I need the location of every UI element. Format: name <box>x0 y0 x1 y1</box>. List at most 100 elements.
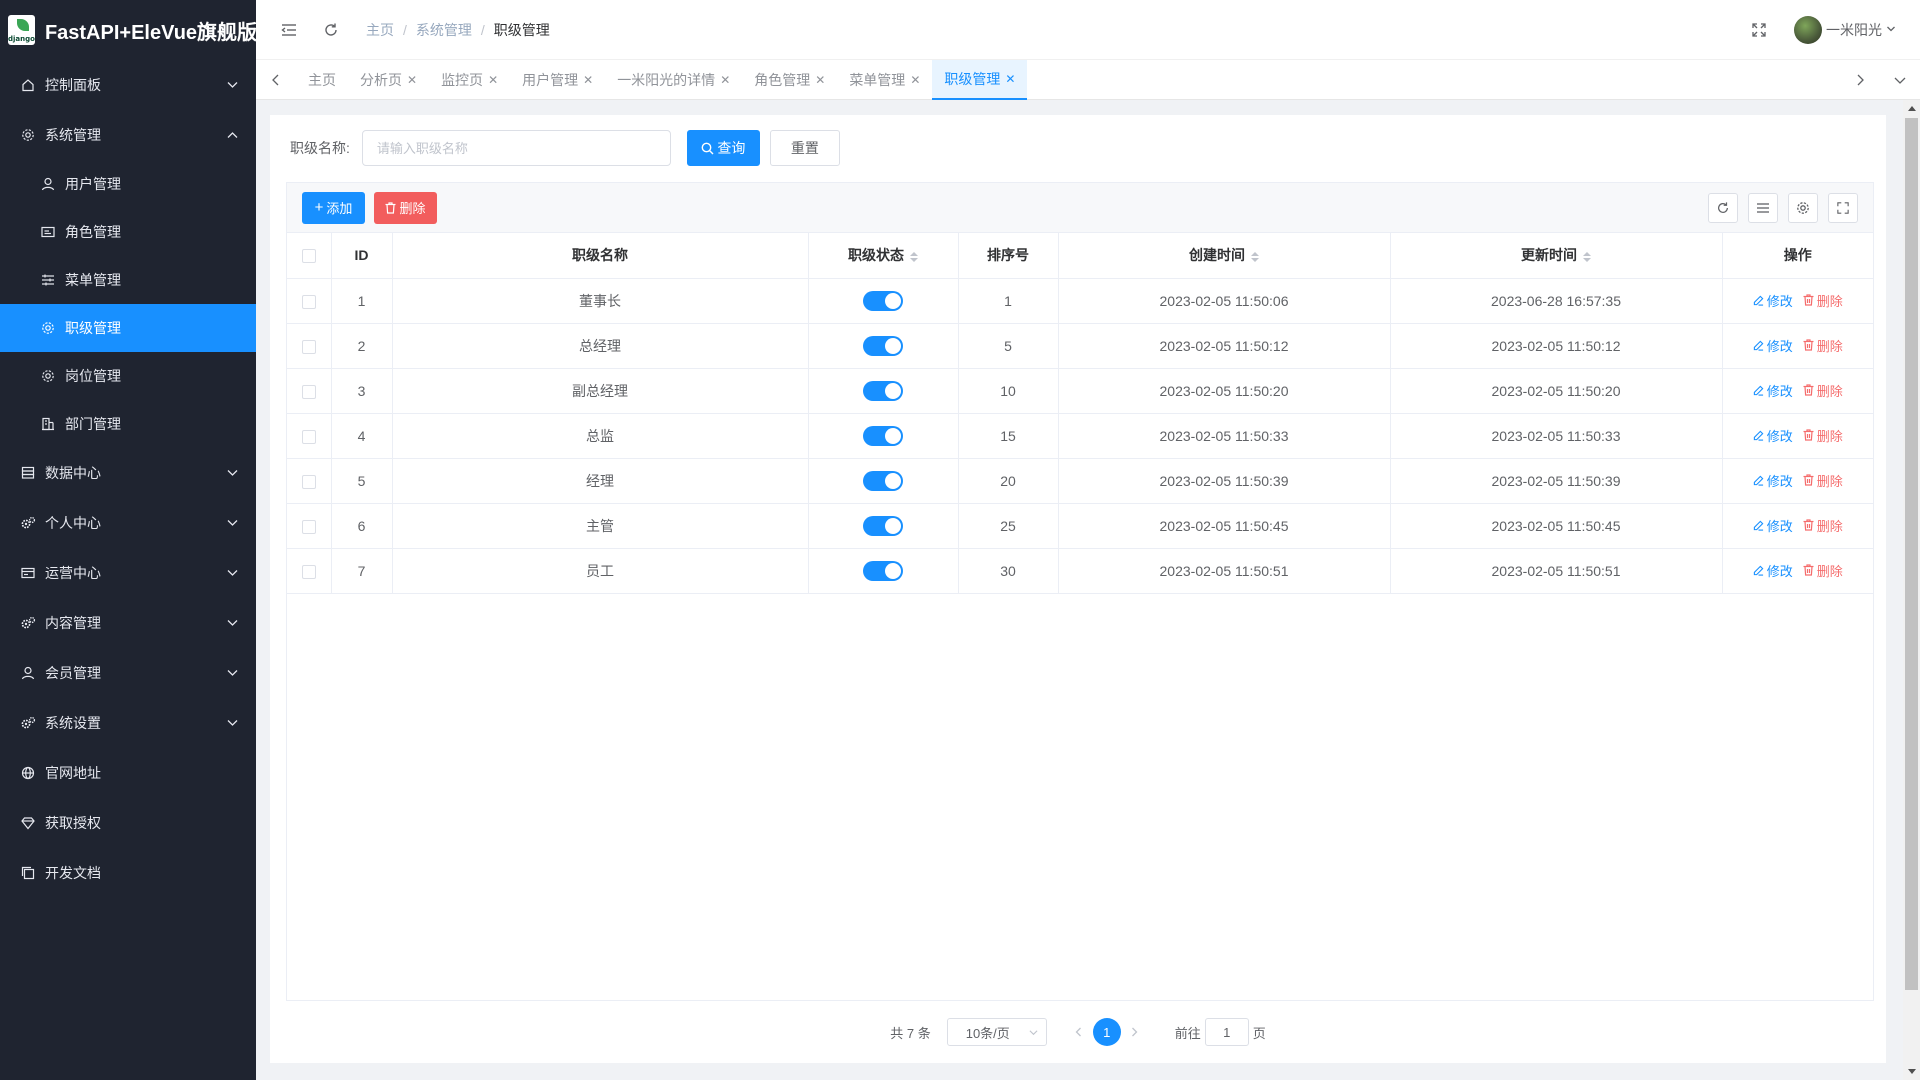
delete-button[interactable]: 删除 <box>1803 291 1843 310</box>
sort-caret-icon[interactable] <box>1251 251 1259 262</box>
goto-page-input[interactable] <box>1204 1018 1249 1046</box>
page-scrollbar[interactable] <box>1903 100 1920 1080</box>
delete-button[interactable]: 删除 <box>1803 561 1843 580</box>
close-icon[interactable]: ✕ <box>910 73 920 87</box>
sidebar-item-1[interactable]: 系统管理 <box>0 110 256 160</box>
tab-0[interactable]: 主页 <box>296 60 348 100</box>
django-logo: django <box>8 15 35 45</box>
status-toggle[interactable] <box>863 425 903 446</box>
breadcrumb-home[interactable]: 主页 <box>366 20 394 40</box>
row-checkbox[interactable] <box>301 564 316 579</box>
edit-button[interactable]: 修改 <box>1753 471 1793 490</box>
level-name-search-input[interactable] <box>361 130 671 166</box>
delete-button[interactable]: 删除 <box>1803 381 1843 400</box>
scrollbar-thumb[interactable] <box>1905 118 1918 990</box>
column-header-updated[interactable]: 更新时间 <box>1390 233 1723 279</box>
page-number-1[interactable]: 1 <box>1092 1018 1121 1046</box>
sort-caret-icon[interactable] <box>1583 251 1591 262</box>
status-toggle[interactable] <box>863 335 903 356</box>
status-toggle[interactable] <box>863 290 903 311</box>
sidebar-subitem-3[interactable]: 职级管理 <box>0 304 256 352</box>
row-checkbox[interactable] <box>301 474 316 489</box>
sidebar-subitem-5[interactable]: 部门管理 <box>0 400 256 448</box>
edit-button[interactable]: 修改 <box>1753 291 1793 310</box>
tab-6[interactable]: 菜单管理 ✕ <box>837 60 932 100</box>
density-icon[interactable] <box>1748 192 1778 223</box>
tab-4[interactable]: 一米阳光的详情 ✕ <box>605 60 742 100</box>
close-icon[interactable]: ✕ <box>720 73 730 87</box>
sort-caret-icon[interactable] <box>910 251 918 262</box>
sidebar-item-5[interactable]: 内容管理 <box>0 598 256 648</box>
sidebar-subitem-2[interactable]: 菜单管理 <box>0 256 256 304</box>
page-size-select[interactable]: 10条/页 <box>946 1018 1047 1046</box>
batch-delete-button[interactable]: 删除 <box>374 191 437 224</box>
row-checkbox[interactable] <box>301 519 316 534</box>
tab-3[interactable]: 用户管理 ✕ <box>510 60 605 100</box>
sidebar-item-2[interactable]: 数据中心 <box>0 448 256 498</box>
scroll-down-arrow-icon[interactable] <box>1903 1063 1920 1080</box>
row-checkbox[interactable] <box>301 294 316 309</box>
row-checkbox[interactable] <box>301 384 316 399</box>
tab-menu-chevron-down-icon[interactable] <box>1880 60 1920 100</box>
add-button[interactable]: + 添加 <box>302 191 365 224</box>
close-icon[interactable]: ✕ <box>583 73 593 87</box>
tab-1[interactable]: 分析页 ✕ <box>348 60 429 100</box>
scroll-up-arrow-icon[interactable] <box>1903 100 1920 117</box>
tab-7[interactable]: 职级管理 ✕ <box>932 59 1028 100</box>
status-toggle[interactable] <box>863 515 903 536</box>
tab-5[interactable]: 角色管理 ✕ <box>742 60 837 100</box>
column-header-created[interactable]: 创建时间 <box>1058 233 1391 279</box>
next-page-icon[interactable] <box>1121 1018 1149 1046</box>
sidebar-item-7[interactable]: 系统设置 <box>0 698 256 748</box>
sidebar-subitem-0[interactable]: 用户管理 <box>0 160 256 208</box>
tab-scroll-right-icon[interactable] <box>1840 60 1880 100</box>
query-button[interactable]: 查询 <box>686 130 760 166</box>
sidebar-item-3[interactable]: 个人中心 <box>0 498 256 548</box>
sidebar-item-10[interactable]: 开发文档 <box>0 848 256 898</box>
row-checkbox[interactable] <box>301 429 316 444</box>
delete-button[interactable]: 删除 <box>1803 426 1843 445</box>
edit-button[interactable]: 修改 <box>1753 426 1793 445</box>
trash-icon <box>1803 294 1814 306</box>
breadcrumb-system[interactable]: 系统管理 <box>416 20 472 40</box>
close-icon[interactable]: ✕ <box>407 73 417 87</box>
status-toggle[interactable] <box>863 470 903 491</box>
refresh-icon[interactable] <box>322 21 340 39</box>
tab-2[interactable]: 监控页 ✕ <box>429 60 510 100</box>
cell-actions: 修改 删除 <box>1722 413 1873 459</box>
row-checkbox[interactable] <box>301 339 316 354</box>
edit-button[interactable]: 修改 <box>1753 516 1793 535</box>
chevron-down-icon[interactable] <box>1886 22 1896 37</box>
close-icon[interactable]: ✕ <box>1005 72 1015 86</box>
status-toggle[interactable] <box>863 380 903 401</box>
fullscreen-icon[interactable] <box>1750 21 1768 39</box>
column-header-status[interactable]: 职级状态 <box>808 233 959 279</box>
prev-page-icon[interactable] <box>1065 1018 1093 1046</box>
tab-scroll-left-icon[interactable] <box>256 60 296 100</box>
delete-button[interactable]: 删除 <box>1803 336 1843 355</box>
sidebar-item-8[interactable]: 官网地址 <box>0 748 256 798</box>
edit-button[interactable]: 修改 <box>1753 336 1793 355</box>
cell-updated: 2023-02-05 11:50:12 <box>1390 323 1723 369</box>
status-toggle[interactable] <box>863 560 903 581</box>
sidebar-item-4[interactable]: 运营中心 <box>0 548 256 598</box>
collapse-menu-icon[interactable] <box>280 21 298 39</box>
edit-button[interactable]: 修改 <box>1753 381 1793 400</box>
delete-button[interactable]: 删除 <box>1803 471 1843 490</box>
close-icon[interactable]: ✕ <box>815 73 825 87</box>
table-fullscreen-icon[interactable] <box>1828 192 1858 223</box>
close-icon[interactable]: ✕ <box>488 73 498 87</box>
avatar[interactable] <box>1794 15 1822 44</box>
column-settings-gear-icon[interactable] <box>1788 192 1818 223</box>
delete-button[interactable]: 删除 <box>1803 516 1843 535</box>
sidebar-item-9[interactable]: 获取授权 <box>0 798 256 848</box>
edit-button[interactable]: 修改 <box>1753 561 1793 580</box>
sidebar-item-6[interactable]: 会员管理 <box>0 648 256 698</box>
reset-button[interactable]: 重置 <box>769 130 840 166</box>
sidebar-item-0[interactable]: 控制面板 <box>0 60 256 110</box>
sidebar-subitem-1[interactable]: 角色管理 <box>0 208 256 256</box>
sidebar-subitem-4[interactable]: 岗位管理 <box>0 352 256 400</box>
user-name[interactable]: 一米阳光 <box>1826 20 1882 40</box>
select-all-checkbox[interactable] <box>301 249 316 264</box>
refresh-table-icon[interactable] <box>1708 192 1738 223</box>
